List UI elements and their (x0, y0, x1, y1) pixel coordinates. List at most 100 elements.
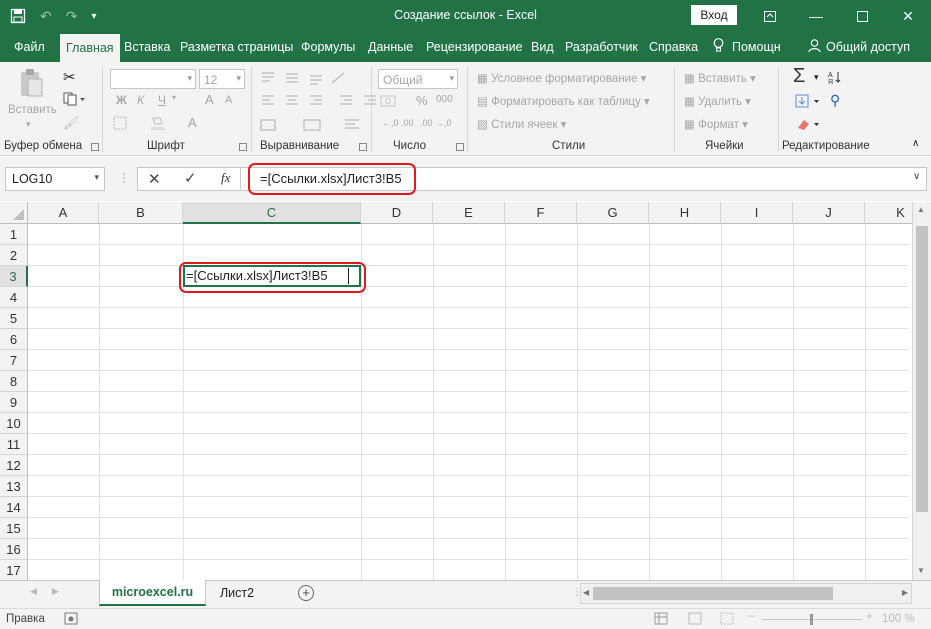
worksheet-grid[interactable]: A B C D E F G H I J K 1 2 3 4 5 6 7 8 9 … (0, 202, 931, 580)
tab-developer[interactable]: Разработчик (565, 32, 638, 62)
vertical-scrollbar[interactable]: ▲ ▼ (912, 202, 931, 580)
tab-formulas[interactable]: Формулы (301, 32, 355, 62)
thousands-button[interactable]: 000 (436, 94, 453, 105)
column-header-e[interactable]: E (433, 202, 505, 224)
page-break-view-icon[interactable] (720, 612, 734, 628)
name-box[interactable]: LOG10 ▾ (5, 167, 105, 191)
format-as-table-button[interactable]: ▤ Форматировать как таблицу ▾ (477, 94, 650, 108)
font-color-icon[interactable]: A (188, 115, 197, 130)
tab-insert[interactable]: Вставка (124, 32, 170, 62)
maximize-icon[interactable] (839, 0, 885, 32)
row-header-7[interactable]: 7 (0, 350, 28, 371)
row-header-14[interactable]: 14 (0, 497, 28, 518)
row-header-5[interactable]: 5 (0, 308, 28, 329)
format-painter-icon[interactable]: 🖌 (63, 115, 80, 131)
percent-button[interactable]: % (416, 93, 428, 108)
row-header-3[interactable]: 3 (0, 266, 28, 287)
cell-styles-button[interactable]: ▧ Стили ячеек ▾ (477, 117, 566, 131)
add-sheet-icon[interactable]: + (298, 585, 314, 601)
bold-button[interactable]: Ж (116, 93, 127, 107)
row-header-9[interactable]: 9 (0, 392, 28, 413)
row-header-4[interactable]: 4 (0, 287, 28, 308)
macro-record-icon[interactable] (64, 612, 78, 628)
alignment-launcher-icon[interactable] (359, 143, 367, 151)
font-launcher-icon[interactable] (239, 143, 247, 151)
page-layout-view-icon[interactable] (688, 612, 702, 628)
align-top-icon[interactable] (260, 71, 350, 88)
vertical-scroll-thumb[interactable] (916, 226, 928, 512)
underline-dropdown-icon[interactable]: ▾ (172, 93, 176, 102)
column-header-b[interactable]: B (99, 202, 183, 224)
scroll-right-icon[interactable]: ▶ (902, 588, 908, 597)
row-header-1[interactable]: 1 (0, 224, 28, 245)
normal-view-icon[interactable] (654, 612, 668, 628)
column-header-g[interactable]: G (577, 202, 649, 224)
number-launcher-icon[interactable] (456, 143, 464, 151)
sheet-next-icon[interactable]: ▶ (52, 586, 59, 597)
expand-formula-bar-icon[interactable]: ∨ (913, 171, 920, 182)
paste-button[interactable]: Вставить (8, 104, 57, 116)
decrease-decimal-icon[interactable]: .00 →,0 (420, 118, 452, 128)
shrink-font-button[interactable]: A (225, 94, 232, 106)
column-header-j[interactable]: J (793, 202, 865, 224)
share-button[interactable]: Общий доступ (808, 32, 910, 62)
confirm-entry-icon[interactable]: ✓ (184, 169, 197, 187)
italic-button[interactable]: К (137, 93, 144, 107)
close-icon[interactable]: ✕ (885, 0, 931, 32)
horizontal-scroll-thumb[interactable] (593, 587, 833, 600)
fill-icon[interactable] (795, 94, 825, 111)
sheet-tab-microexcel[interactable]: microexcel.ru (99, 580, 206, 606)
row-header-11[interactable]: 11 (0, 434, 28, 455)
scroll-up-icon[interactable]: ▲ (917, 205, 925, 214)
increase-decimal-icon[interactable]: ←,0 .00 (382, 118, 414, 128)
tell-me[interactable]: Помощн (713, 32, 781, 62)
horizontal-scrollbar[interactable]: ◀ ▶ (580, 583, 912, 604)
tab-review[interactable]: Рецензирование (426, 32, 523, 62)
clipboard-launcher-icon[interactable] (91, 143, 99, 151)
column-header-c[interactable]: C (183, 202, 361, 224)
formula-bar-splitter-icon[interactable]: ⋮ (118, 171, 130, 185)
row-header-17[interactable]: 17 (0, 560, 28, 580)
column-header-d[interactable]: D (361, 202, 433, 224)
paste-dropdown-icon[interactable]: ▾ (26, 119, 31, 130)
tab-home[interactable]: Главная (60, 34, 120, 62)
column-header-a[interactable]: A (28, 202, 99, 224)
zoom-in-icon[interactable]: + (866, 611, 873, 623)
zoom-level[interactable]: 100 % (882, 613, 915, 625)
row-header-10[interactable]: 10 (0, 413, 28, 434)
copy-icon[interactable] (63, 92, 85, 109)
zoom-slider-thumb[interactable] (810, 614, 813, 625)
accounting-format-icon[interactable] (380, 94, 404, 111)
underline-button[interactable]: Ч (158, 93, 166, 107)
sheet-prev-icon[interactable]: ◀ (30, 586, 37, 597)
paste-icon[interactable] (18, 68, 44, 101)
tab-data[interactable]: Данные (368, 32, 413, 62)
sort-filter-icon[interactable]: AЯ (828, 70, 846, 87)
borders-icon[interactable] (113, 116, 127, 133)
column-header-h[interactable]: H (649, 202, 721, 224)
font-size-combo[interactable]: 12 ▾ (199, 69, 245, 89)
font-name-combo[interactable]: ▾ (110, 69, 196, 89)
sheet-tab-list2[interactable]: Лист2 (210, 580, 264, 606)
row-header-16[interactable]: 16 (0, 539, 28, 560)
insert-cells-button[interactable]: ▦ Вставить ▾ (684, 71, 756, 85)
row-header-2[interactable]: 2 (0, 245, 28, 266)
tab-page-layout[interactable]: Разметка страницы (180, 32, 293, 62)
row-header-6[interactable]: 6 (0, 329, 28, 350)
number-format-combo[interactable]: Общий ▾ (378, 69, 458, 89)
row-header-8[interactable]: 8 (0, 371, 28, 392)
insert-function-icon[interactable]: fx (221, 170, 230, 186)
grow-font-button[interactable]: A (205, 92, 214, 107)
tab-help[interactable]: Справка (649, 32, 698, 62)
row-header-15[interactable]: 15 (0, 518, 28, 539)
tab-view[interactable]: Вид (531, 32, 554, 62)
zoom-out-icon[interactable]: − (748, 611, 755, 623)
tab-file[interactable]: Файл (14, 32, 45, 62)
cancel-entry-icon[interactable]: ✕ (148, 170, 161, 188)
column-header-f[interactable]: F (505, 202, 577, 224)
fill-color-icon[interactable] (150, 116, 166, 133)
scroll-left-icon[interactable]: ◀ (583, 588, 589, 597)
cut-icon[interactable]: ✂ (63, 68, 76, 86)
conditional-formatting-button[interactable]: ▦ Условное форматирование ▾ (477, 71, 646, 85)
select-all-corner[interactable] (0, 202, 28, 224)
